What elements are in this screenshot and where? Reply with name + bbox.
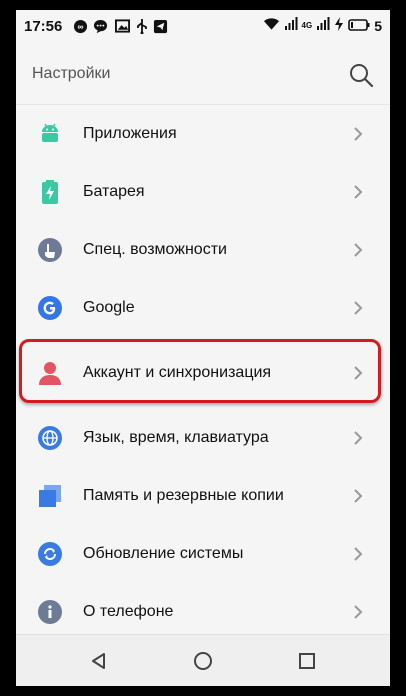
home-icon[interactable] <box>191 649 215 673</box>
chevron-right-icon <box>352 546 364 562</box>
search-icon[interactable] <box>348 62 374 88</box>
settings-item-apps[interactable]: Приложения <box>16 105 390 163</box>
chevron-right-icon <box>352 242 364 258</box>
battery-icon <box>348 18 370 34</box>
settings-list: Приложения Батарея Спец. возможности Goo… <box>16 105 390 641</box>
notification-icon: ∞ <box>72 18 88 34</box>
status-right: 4G 5 <box>263 17 382 34</box>
chevron-right-icon <box>352 430 364 446</box>
settings-item-label: Аккаунт и синхронизация <box>83 364 272 381</box>
battery-charge-icon <box>36 178 64 206</box>
chevron-right-icon <box>352 604 364 620</box>
charging-icon <box>334 17 344 34</box>
chevron-right-icon <box>352 488 364 504</box>
storage-icon <box>36 482 64 510</box>
signal-icon-2 <box>316 17 330 34</box>
settings-item-label: Память и резервные копии <box>83 487 284 504</box>
recents-icon[interactable] <box>295 649 319 673</box>
settings-item-system-update[interactable]: Обновление системы <box>16 525 390 583</box>
settings-item-label: Спец. возможности <box>83 241 227 258</box>
accessibility-icon <box>36 236 64 264</box>
navigation-bar <box>16 634 390 686</box>
usb-icon <box>134 18 150 34</box>
settings-item-storage[interactable]: Память и резервные копии <box>16 467 390 525</box>
settings-item-label: Батарея <box>83 183 145 200</box>
chevron-right-icon <box>352 184 364 200</box>
status-bar: 17:56 ∞ 4G 5 <box>16 10 390 44</box>
signal-icon <box>284 17 298 34</box>
network-type: 4G <box>301 20 313 30</box>
settings-item-battery[interactable]: Батарея <box>16 163 390 221</box>
settings-item-google[interactable]: Google <box>16 279 390 337</box>
settings-item-label: Обновление системы <box>83 545 244 562</box>
chevron-right-icon <box>352 365 364 381</box>
message-icon <box>92 18 108 34</box>
android-icon <box>36 120 64 148</box>
page-title: Настройки <box>32 65 111 82</box>
settings-item-about-phone[interactable]: О телефоне <box>16 583 390 641</box>
svg-text:∞: ∞ <box>77 21 83 31</box>
battery-level: 5 <box>374 17 382 34</box>
globe-icon <box>36 424 64 452</box>
account-icon <box>36 359 64 387</box>
settings-item-account-sync[interactable]: Аккаунт и синхронизация <box>16 337 390 409</box>
android-screen: 17:56 ∞ 4G 5 Настройки Приложения Батаре… <box>16 10 390 686</box>
google-icon <box>36 294 64 322</box>
info-icon <box>36 598 64 626</box>
settings-item-label: Приложения <box>83 125 177 142</box>
image-icon <box>114 18 130 34</box>
update-icon <box>36 540 64 568</box>
chevron-right-icon <box>352 126 364 142</box>
app-bar: Настройки <box>16 44 390 105</box>
settings-item-label: Google <box>83 299 135 316</box>
status-time: 17:56 <box>24 18 63 35</box>
chevron-right-icon <box>352 300 364 316</box>
settings-item-accessibility[interactable]: Спец. возможности <box>16 221 390 279</box>
telegram-icon <box>152 18 168 34</box>
settings-item-label: Язык, время, клавиатура <box>83 429 269 446</box>
settings-item-label: О телефоне <box>83 603 174 620</box>
wifi-icon <box>263 17 280 34</box>
back-icon[interactable] <box>87 649 111 673</box>
settings-item-language[interactable]: Язык, время, клавиатура <box>16 409 390 467</box>
